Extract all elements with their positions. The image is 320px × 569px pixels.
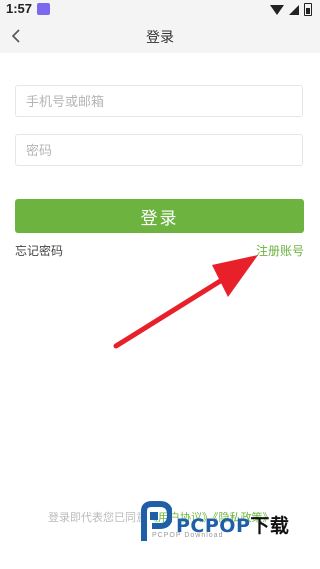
status-icons (270, 3, 312, 16)
password-input[interactable] (15, 134, 303, 166)
signal-icon (289, 4, 299, 15)
app-notification-icon (37, 3, 50, 15)
phone-email-input[interactable] (15, 85, 303, 117)
wifi-icon (270, 4, 284, 15)
forgot-password-link[interactable]: 忘记密码 (15, 242, 63, 259)
watermark-subtitle: PCPOP Download (152, 532, 224, 539)
agreement-prefix: 登录即代表您已同意 (48, 512, 147, 524)
battery-icon (304, 3, 312, 16)
register-link[interactable]: 注册账号 (256, 242, 304, 259)
login-button[interactable]: 登录 (15, 199, 304, 233)
title-bar: 登录 (0, 19, 320, 53)
pcpop-watermark: PCPOP下载 PCPOP Download (138, 501, 308, 547)
status-time: 1:57 (6, 1, 33, 16)
status-bar: 1:57 (0, 0, 320, 19)
watermark-suffix: 下载 (250, 515, 290, 537)
page-title: 登录 (146, 29, 174, 45)
